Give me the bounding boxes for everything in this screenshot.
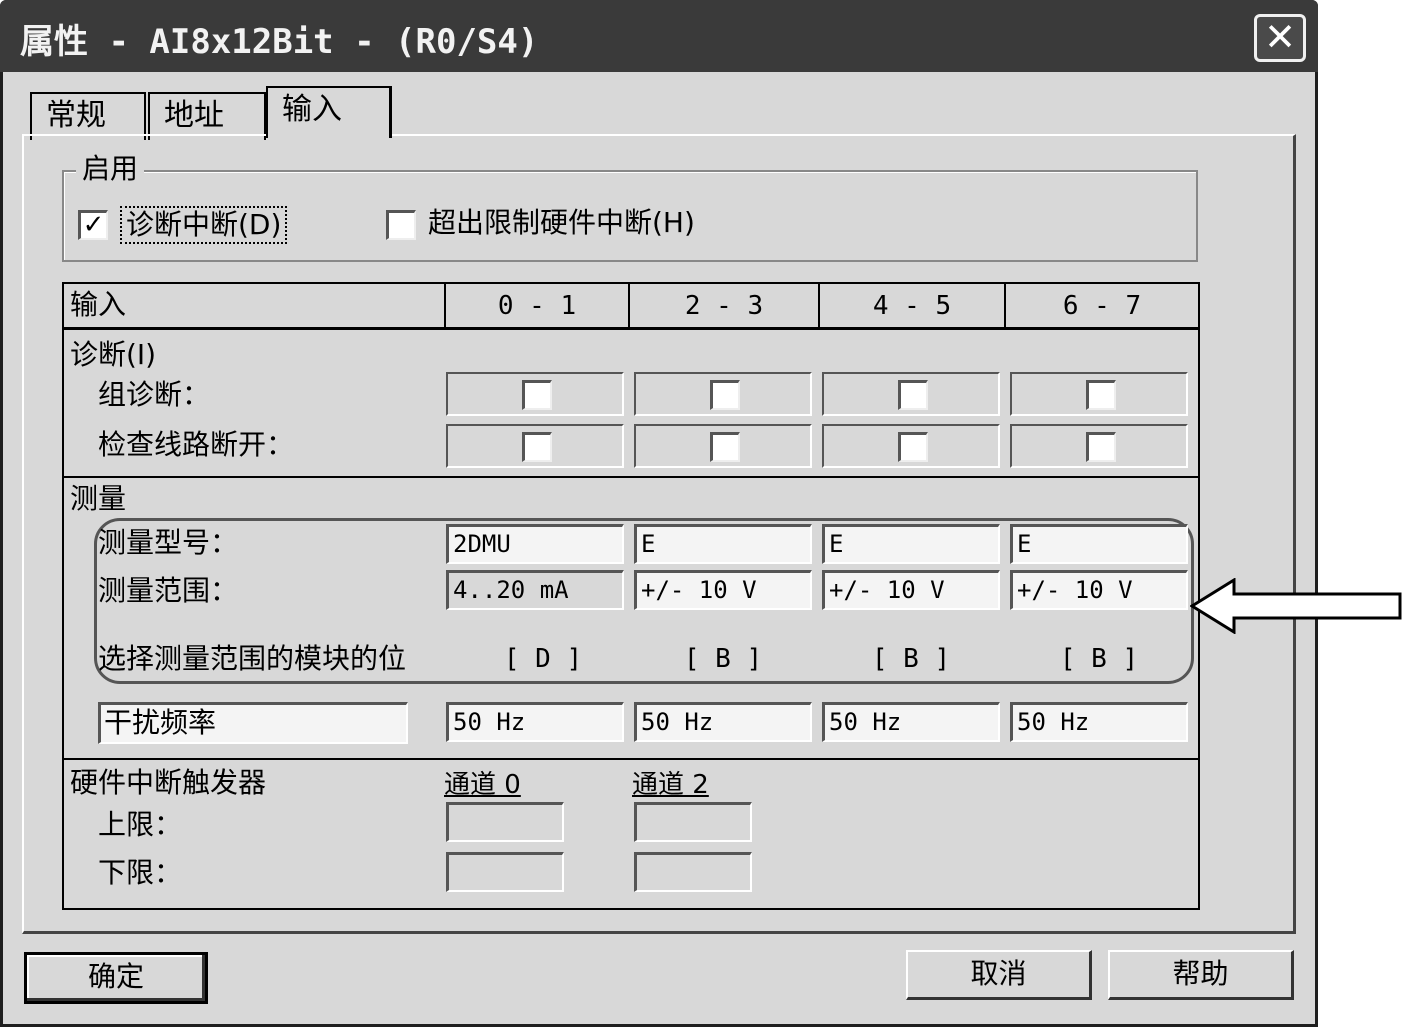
enable-group-legend: 启用 [76, 154, 145, 184]
group-diag-checkbox-0-1[interactable] [522, 380, 552, 410]
header-channel-6-7: 6 - 7 [1062, 291, 1142, 321]
cancel-button[interactable]: 取消 [906, 950, 1092, 1000]
lower-limit-input-ch2[interactable] [634, 852, 752, 892]
close-button[interactable]: ✕ [1254, 14, 1306, 62]
interference-select-4-5[interactable]: 50 Hz [822, 702, 1000, 742]
module-position-4-5: [ B ] [871, 644, 951, 674]
measure-section-label: 测量 [70, 482, 127, 515]
upper-limit-input-ch2[interactable] [634, 802, 752, 842]
channel-0-label: 通道 0 [444, 770, 521, 800]
header-input: 输入 [70, 288, 127, 321]
checkmark-icon: ✓ [82, 210, 105, 240]
section-divider [64, 758, 1198, 760]
module-position-0-1: [ D ] [503, 644, 583, 674]
lower-limit-input-ch0[interactable] [446, 852, 564, 892]
wire-break-checkbox-4-5[interactable] [898, 432, 928, 462]
interference-select-2-3[interactable]: 50 Hz [634, 702, 812, 742]
wire-break-checkbox-6-7[interactable] [1086, 432, 1116, 462]
measure-range-select-6-7[interactable]: +/- 10 V [1010, 570, 1188, 610]
tab-general[interactable]: 常规 [30, 92, 146, 140]
measure-type-select-6-7[interactable]: E [1010, 524, 1188, 564]
hw-interrupt-label: 超出限制硬件中断(H) [428, 206, 695, 239]
tab-address[interactable]: 地址 [148, 92, 266, 140]
measure-type-label: 测量型号： [98, 526, 239, 559]
help-button[interactable]: 帮助 [1108, 950, 1294, 1000]
group-diag-checkbox-4-5[interactable] [898, 380, 928, 410]
measure-range-label: 测量范围： [98, 574, 239, 607]
upper-limit-input-ch0[interactable] [446, 802, 564, 842]
section-divider [64, 476, 1198, 478]
diag-section-label: 诊断(I) [70, 338, 157, 371]
lower-limit-label: 下限： [98, 856, 183, 889]
measure-type-select-0-1[interactable]: 2DMU [446, 524, 624, 564]
measure-type-select-4-5[interactable]: E [822, 524, 1000, 564]
header-channel-4-5: 4 - 5 [820, 284, 1006, 328]
group-diag-checkbox-6-7[interactable] [1086, 380, 1116, 410]
measure-range-select-0-1[interactable]: 4..20 mA [446, 570, 624, 610]
interference-label: 干扰频率 [104, 706, 217, 739]
ok-button[interactable]: 确定 [24, 952, 208, 1004]
hw-interrupt-checkbox[interactable] [386, 210, 416, 240]
diag-interrupt-checkbox[interactable]: ✓ [78, 210, 108, 240]
hw-trigger-section-label: 硬件中断触发器 [70, 766, 267, 799]
header-channel-2-3: 2 - 3 [630, 284, 820, 328]
diag-interrupt-label: 诊断中断(D) [120, 206, 288, 244]
interference-select-6-7[interactable]: 50 Hz [1010, 702, 1188, 742]
tab-input[interactable]: 输入 [266, 86, 392, 138]
measure-range-select-4-5[interactable]: +/- 10 V [822, 570, 1000, 610]
wire-break-checkbox-2-3[interactable] [710, 432, 740, 462]
module-position-label: 选择测量范围的模块的位 [98, 642, 407, 675]
upper-limit-label: 上限： [98, 808, 183, 841]
interference-select-0-1[interactable]: 50 Hz [446, 702, 624, 742]
group-diag-label: 组诊断： [98, 378, 211, 411]
group-diag-checkbox-2-3[interactable] [710, 380, 740, 410]
callout-arrow-icon [1190, 578, 1402, 634]
wire-break-label: 检查线路断开： [98, 428, 295, 461]
window-title: 属性 - AI8x12Bit - (R0/S4) [20, 22, 539, 62]
module-position-6-7: [ B ] [1059, 644, 1139, 674]
header-channel-0-1: 0 - 1 [444, 284, 630, 328]
measure-type-select-2-3[interactable]: E [634, 524, 812, 564]
module-position-2-3: [ B ] [683, 644, 763, 674]
wire-break-checkbox-0-1[interactable] [522, 432, 552, 462]
measure-range-select-2-3[interactable]: +/- 10 V [634, 570, 812, 610]
channel-2-label: 通道 2 [632, 770, 709, 800]
